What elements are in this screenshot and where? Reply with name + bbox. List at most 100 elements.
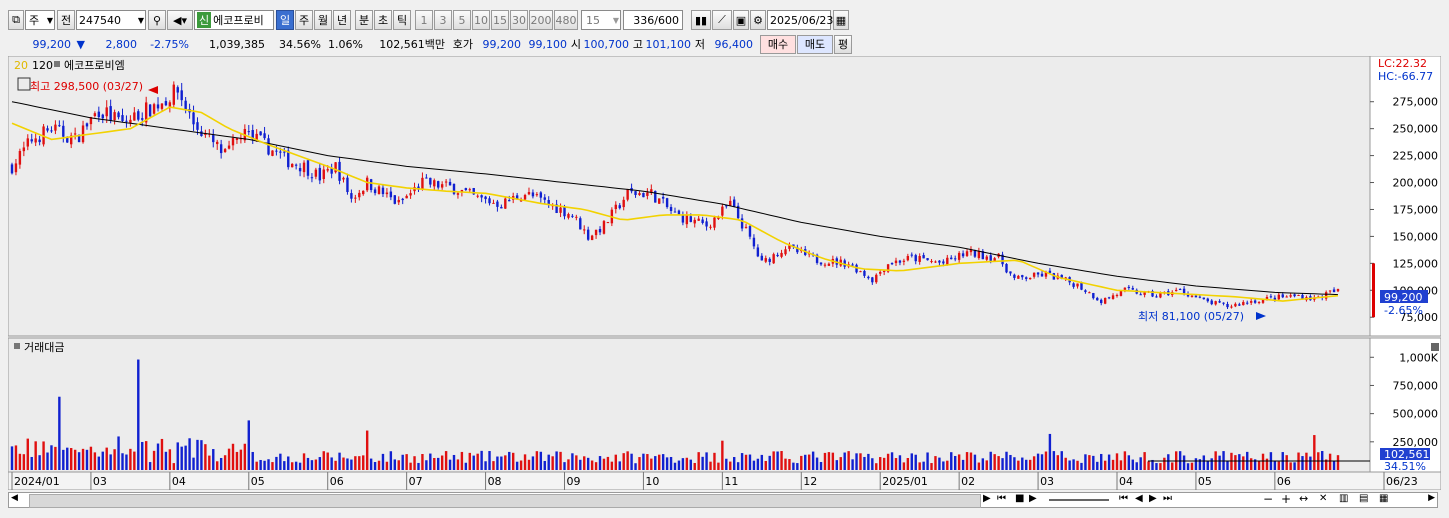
pin-icon[interactable]: ✕ [1319, 493, 1327, 504]
tab-minute[interactable]: 분 [355, 10, 373, 30]
speaker-icon[interactable]: ◀▾ [167, 10, 193, 30]
gear-icon[interactable]: ⚙ [750, 10, 766, 30]
date-input[interactable]: 2025/06/23 [767, 10, 833, 30]
zoom-in-icon[interactable]: + [1281, 492, 1291, 506]
volume-bar [504, 455, 507, 470]
arrows-icon[interactable]: ↔ [1299, 492, 1308, 505]
volume-bar [1127, 455, 1131, 470]
volume-bar [1064, 457, 1067, 470]
volume-bar [322, 451, 325, 470]
volume-bar [306, 457, 310, 470]
volume-bar [831, 452, 835, 470]
volume-ratio: 34.56% [268, 35, 324, 54]
save-icon[interactable]: ▣ [733, 10, 749, 30]
line-chart-icon[interactable]: ⟋ [712, 10, 732, 30]
interval-button[interactable]: 200 [529, 10, 553, 30]
tab-day[interactable]: 일 [276, 10, 294, 30]
scroll-last-icon[interactable]: ⏭ [1163, 493, 1172, 504]
interval-button[interactable]: 15 [491, 10, 509, 30]
volume-bar [677, 460, 681, 470]
candle-body [279, 151, 282, 153]
stock-chart[interactable]: 275,000 250,000 225,000 200,000 175,000 150,0… [8, 56, 1441, 490]
interval-select[interactable]: 15 ▼ [581, 10, 621, 30]
candle-body [1246, 302, 1249, 304]
candle-type-icon[interactable]: ▮▮ [691, 10, 711, 30]
buy-button[interactable]: 매수 [760, 34, 796, 54]
scroll-prev-icon[interactable]: ◀ [1135, 493, 1143, 504]
interval-label: 10 [474, 13, 488, 27]
interval-button[interactable]: 5 [453, 10, 471, 30]
interval-button[interactable]: 30 [510, 10, 528, 30]
interval-button[interactable]: 10 [472, 10, 490, 30]
scroll-thumb[interactable] [29, 494, 981, 508]
zoom-slider[interactable] [1049, 499, 1109, 501]
volume-bar [377, 460, 381, 470]
candle-body [18, 150, 22, 165]
volume-bar [219, 457, 223, 470]
zoom-out-icon[interactable]: − [1263, 492, 1273, 506]
candle-body [1332, 289, 1336, 293]
scroll-left-icon[interactable]: ◀ [11, 493, 18, 503]
tab-second[interactable]: 초 [374, 10, 392, 30]
scroll-next-icon[interactable]: ▶ [1149, 493, 1157, 504]
candle-body [504, 198, 507, 209]
candle-body [1025, 277, 1028, 279]
period-select[interactable]: 주 ▼ [25, 10, 55, 30]
chart-icon[interactable]: ▥ [1339, 493, 1348, 504]
stop-icon[interactable]: ■ [1015, 493, 1024, 504]
rewind-icon[interactable]: ⏮ [997, 493, 1006, 504]
candle-body [693, 219, 696, 224]
interval-label: 1 [420, 13, 428, 27]
chart-scrollbar[interactable]: ◀ ▶ ⏮ ■ ▶ ⏮ ◀ ▶ ⏭ − + ↔ ✕ ▥ ▤ ▦ ▶ [8, 492, 1438, 508]
tab-week[interactable]: 주 [295, 10, 313, 30]
volume-bar [54, 446, 57, 470]
tab-tick[interactable]: 틱 [393, 10, 411, 30]
tab-month[interactable]: 월 [314, 10, 332, 30]
volume-bar [1194, 458, 1198, 470]
candle-body [902, 260, 906, 262]
link-icon[interactable]: ⧉ [8, 10, 24, 30]
price-value: 99,200 [8, 35, 74, 54]
volume-bar [433, 457, 436, 470]
volume-bar [547, 454, 550, 470]
volume-bar [1100, 453, 1103, 470]
new-badge: 신 [197, 12, 212, 28]
search-icon[interactable]: ⚲ [148, 10, 166, 30]
volume-bar [1328, 453, 1332, 470]
tab-year[interactable]: 년 [333, 10, 351, 30]
candle-body [586, 229, 590, 240]
candle-body [614, 204, 618, 210]
candle-body [500, 206, 503, 209]
volume-bar [216, 461, 219, 470]
volume-bar [1186, 463, 1190, 470]
count-input[interactable]: 336/600 [623, 10, 683, 30]
pane-menu-icon[interactable] [1431, 343, 1439, 351]
play-icon[interactable]: ▶ [983, 493, 991, 504]
calendar-icon[interactable]: ▦ [833, 10, 849, 30]
evaluate-button[interactable]: 평 [834, 34, 852, 54]
time-tick-label: 03 [1040, 475, 1054, 488]
candle-body [425, 177, 428, 179]
candle-body [508, 200, 511, 202]
price-pane[interactable] [8, 56, 1371, 337]
candle-body [938, 260, 941, 263]
volume-bar [583, 456, 586, 470]
volume-bar [298, 462, 302, 470]
candle-body [890, 263, 894, 265]
interval-button[interactable]: 3 [434, 10, 452, 30]
settings-icon[interactable]: ▦ [1379, 493, 1388, 504]
candle-body [894, 260, 898, 264]
prev-button[interactable]: 전 [57, 10, 75, 30]
forward-icon[interactable]: ▶ [1029, 493, 1037, 504]
sell-button[interactable]: 매도 [797, 34, 833, 54]
interval-button[interactable]: 1 [415, 10, 433, 30]
volume-bar [62, 449, 65, 470]
volume-bar [330, 457, 333, 470]
scroll-first-icon[interactable]: ⏮ [1119, 493, 1128, 504]
interval-button[interactable]: 480 [554, 10, 578, 30]
candle-body [646, 192, 649, 196]
scroll-right-icon[interactable]: ▶ [1428, 493, 1435, 503]
candle-body [622, 199, 625, 208]
layout-icon[interactable]: ▤ [1359, 493, 1368, 504]
code-input[interactable]: 247540 ▼ [76, 10, 146, 30]
